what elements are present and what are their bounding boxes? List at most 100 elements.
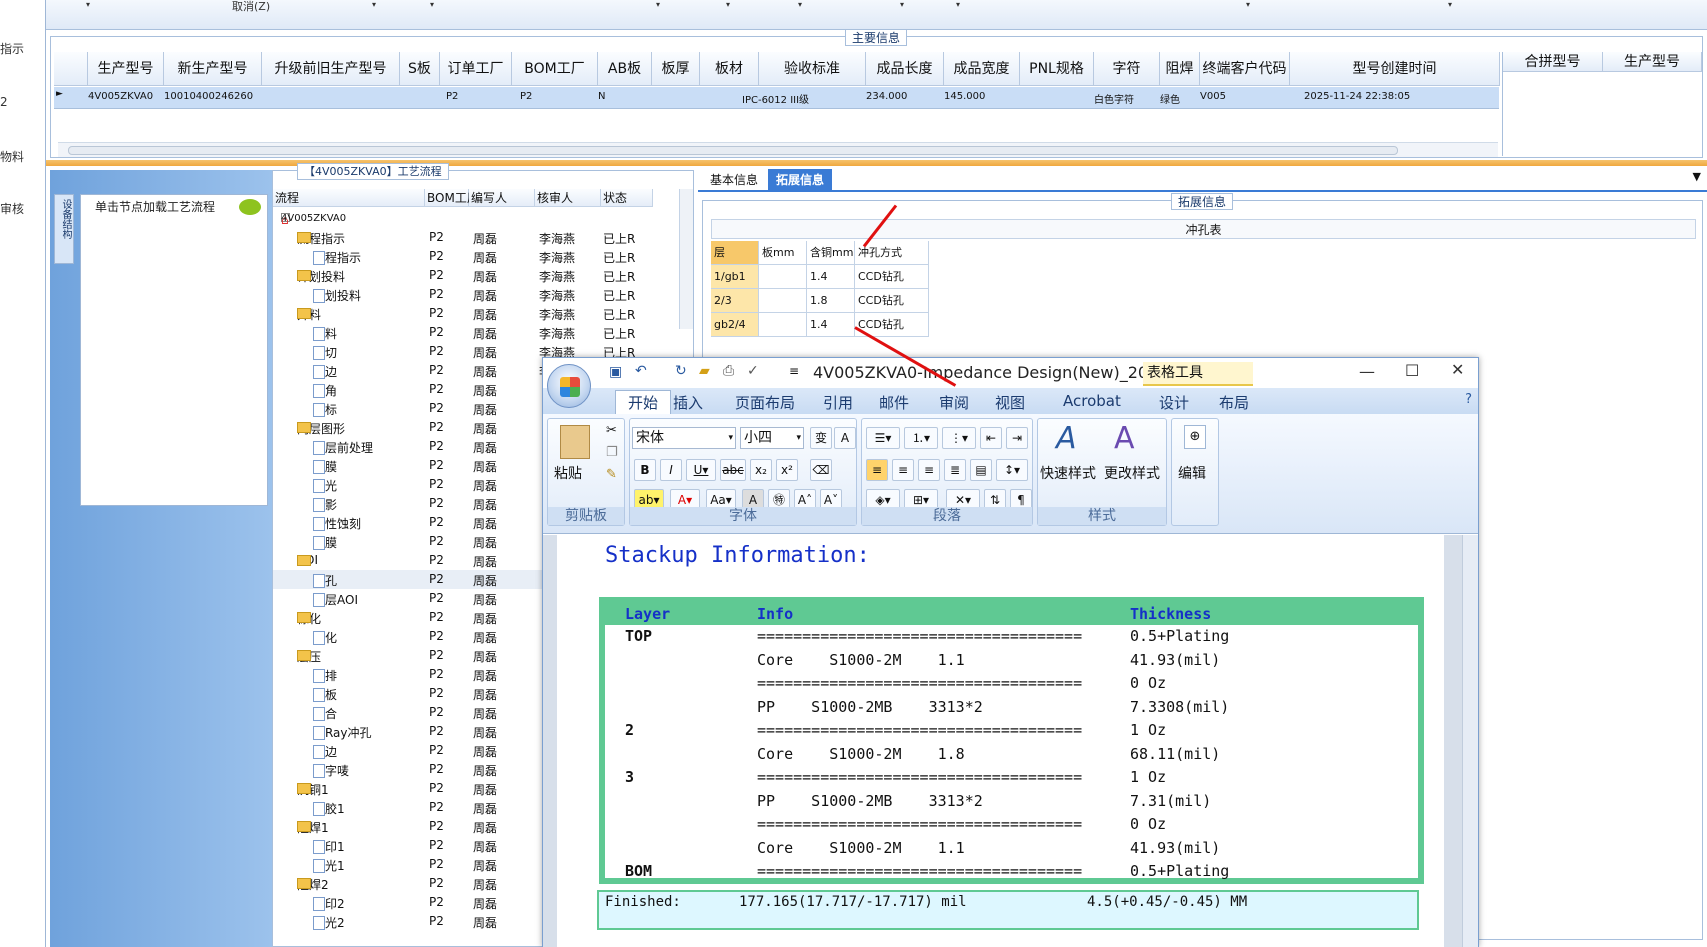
- flow-col-header[interactable]: 流程: [273, 189, 425, 207]
- grid-col-header[interactable]: 合拼型号: [1503, 52, 1603, 72]
- justify-icon[interactable]: ≣: [944, 459, 966, 481]
- dropdown-arrow-icon[interactable]: ▾: [1448, 0, 1452, 9]
- scrollbar-thumb[interactable]: [68, 146, 1398, 155]
- strikethrough-icon[interactable]: abc: [720, 459, 746, 481]
- grid-col-header[interactable]: 型号创建时间: [1290, 52, 1500, 86]
- cut-icon[interactable]: ✂: [606, 423, 617, 438]
- ribbon-tab[interactable]: 插入: [673, 392, 703, 413]
- maximize-icon[interactable]: ☐: [1405, 361, 1419, 380]
- vertical-tab-device-structure[interactable]: 设备结构: [54, 194, 74, 264]
- line-spacing-icon[interactable]: ↕▾: [996, 459, 1028, 481]
- tree-node[interactable]: -流程指示 P2 周磊 李海燕 已上R: [273, 228, 653, 247]
- close-icon[interactable]: ✕: [1451, 360, 1464, 379]
- punch-cell[interactable]: 1.4: [807, 313, 855, 337]
- ribbon-tab[interactable]: 布局: [1219, 392, 1249, 413]
- punch-cell[interactable]: [759, 289, 807, 313]
- change-styles-icon[interactable]: A: [1114, 421, 1135, 456]
- tab-basic-info[interactable]: 基本信息: [702, 169, 766, 191]
- grid-col-header[interactable]: 生产型号: [88, 52, 164, 86]
- ribbon-tab[interactable]: 开始: [615, 390, 672, 417]
- flow-col-header[interactable]: 状态: [601, 189, 653, 207]
- superscript-icon[interactable]: x²: [776, 459, 798, 481]
- grid-col-header[interactable]: 终端客户代码: [1200, 52, 1290, 86]
- font-size-select[interactable]: 小四 ▾: [740, 427, 804, 449]
- punch-cell[interactable]: 2/3: [711, 289, 759, 313]
- punch-col-header[interactable]: 含铜mm: [807, 241, 855, 265]
- punch-cell[interactable]: [759, 313, 807, 337]
- binoculars-icon[interactable]: ⊕: [1184, 425, 1206, 449]
- punch-col-header[interactable]: 层: [711, 241, 759, 265]
- tree-node[interactable]: 开料 P2 周磊 李海燕 已上R: [273, 323, 653, 342]
- redo-icon[interactable]: ↻: [675, 363, 687, 379]
- decrease-indent-icon[interactable]: ⇤: [980, 427, 1002, 449]
- ribbon-tab[interactable]: 审阅: [939, 392, 969, 413]
- tree-node[interactable]: -开料 P2 周磊 李海燕 已上R: [273, 304, 653, 323]
- left-nav-item[interactable]: 物料: [0, 148, 24, 165]
- dropdown-arrow-icon[interactable]: ▾: [656, 0, 660, 9]
- cancel-button[interactable]: 取消(Z): [232, 0, 270, 14]
- grid-col-header[interactable]: 板材: [700, 52, 759, 86]
- align-right-icon[interactable]: ≡: [918, 459, 940, 481]
- punch-cell[interactable]: CCD钻孔: [855, 289, 929, 313]
- dropdown-arrow-icon[interactable]: ▾: [726, 0, 730, 9]
- align-center-icon[interactable]: ≡: [892, 459, 914, 481]
- grid-col-header[interactable]: 新生产型号: [164, 52, 262, 86]
- dropdown-arrow-icon[interactable]: ▾: [372, 0, 376, 9]
- grid-col-header[interactable]: 字符: [1094, 52, 1160, 86]
- change-case-icon[interactable]: 变: [810, 427, 832, 449]
- minimize-icon[interactable]: —: [1359, 362, 1375, 381]
- grid-col-header[interactable]: 订单工厂: [440, 52, 512, 86]
- spelling-icon[interactable]: ✓: [747, 363, 759, 379]
- left-nav-item[interactable]: 指示: [0, 40, 24, 57]
- grid-col-header[interactable]: S板: [400, 52, 440, 86]
- document-page[interactable]: Stackup Information: Layer Info Thicknes…: [557, 535, 1444, 947]
- punch-cell[interactable]: 1/gb1: [711, 265, 759, 289]
- left-nav-item[interactable]: 审核: [0, 200, 24, 217]
- char-border-icon[interactable]: A: [834, 427, 856, 449]
- align-left-icon[interactable]: ≡: [866, 459, 888, 481]
- dropdown-arrow-icon[interactable]: ▾: [956, 0, 960, 9]
- dropdown-arrow-icon[interactable]: ▾: [86, 0, 90, 9]
- grid-col-header[interactable]: 成品宽度: [944, 52, 1020, 86]
- paste-button[interactable]: 粘贴: [554, 463, 582, 483]
- vertical-scrollbar[interactable]: [679, 189, 693, 329]
- chevron-down-icon[interactable]: ▼: [1693, 170, 1701, 183]
- grid-col-header[interactable]: 生产型号: [1603, 52, 1702, 72]
- table-row[interactable]: ► 4V005ZKVA0 10010400246260 P2 P2 N IPC-6012 I…: [54, 87, 1499, 109]
- increase-indent-icon[interactable]: ⇥: [1006, 427, 1028, 449]
- flow-col-header[interactable]: 编写人: [469, 189, 535, 207]
- grid-col-header[interactable]: PNL规格: [1020, 52, 1094, 86]
- edit-button[interactable]: 编辑: [1178, 463, 1206, 483]
- italic-icon[interactable]: I: [660, 459, 682, 481]
- dropdown-arrow-icon[interactable]: ▾: [798, 0, 802, 9]
- subscript-icon[interactable]: x₂: [750, 459, 772, 481]
- punch-cell[interactable]: 1.4: [807, 265, 855, 289]
- grid-col-header[interactable]: 验收标准: [759, 52, 866, 86]
- multilevel-list-icon[interactable]: ⋮▾: [942, 427, 976, 449]
- grid-col-header[interactable]: BOM工厂: [512, 52, 598, 86]
- horizontal-scrollbar[interactable]: [58, 142, 1498, 157]
- quick-styles-icon[interactable]: A: [1056, 421, 1077, 456]
- change-styles-button[interactable]: 更改样式: [1104, 463, 1160, 483]
- flow-col-header[interactable]: BOM工厂: [425, 189, 479, 207]
- dropdown-arrow-icon[interactable]: ▾: [900, 0, 904, 9]
- punch-cell[interactable]: 1.8: [807, 289, 855, 313]
- tree-node[interactable]: 流程指示 P2 周磊 李海燕 已上R: [273, 247, 653, 266]
- grid-col-header[interactable]: 成品长度: [866, 52, 944, 86]
- ribbon-tab[interactable]: Acrobat: [1063, 392, 1121, 410]
- dropdown-arrow-icon[interactable]: ▾: [1246, 0, 1250, 9]
- grid-col-header[interactable]: 板厚: [652, 52, 700, 86]
- save-icon[interactable]: ▣: [609, 364, 622, 380]
- clear-format-icon[interactable]: ⌫: [810, 459, 832, 481]
- format-painter-icon[interactable]: ✎: [606, 467, 617, 482]
- tree-root[interactable]: - ⌂ 4V005ZKVA0: [273, 209, 653, 228]
- tab-extended-info[interactable]: 拓展信息: [768, 169, 833, 191]
- punch-cell[interactable]: [759, 265, 807, 289]
- bold-icon[interactable]: B: [634, 459, 656, 481]
- punch-cell[interactable]: CCD钻孔: [855, 265, 929, 289]
- grid-col-header[interactable]: 阻焊: [1160, 52, 1200, 86]
- grid-col-header[interactable]: AB板: [598, 52, 652, 86]
- quick-styles-button[interactable]: 快速样式: [1040, 463, 1096, 483]
- paste-icon[interactable]: [560, 425, 590, 459]
- ribbon-tab[interactable]: 视图: [995, 392, 1025, 413]
